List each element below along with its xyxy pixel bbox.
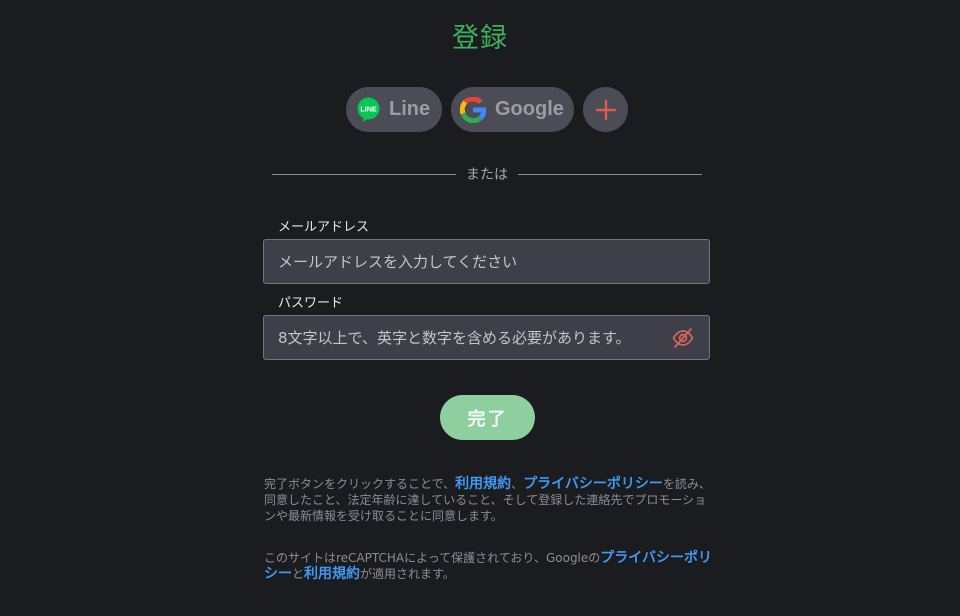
password-input[interactable] <box>264 316 709 359</box>
email-input[interactable] <box>264 240 709 283</box>
google-login-label: Google <box>495 98 564 120</box>
submit-button[interactable]: 完了 <box>440 395 535 440</box>
google-icon <box>460 96 486 123</box>
email-label: メールアドレス <box>278 220 370 235</box>
recaptcha-notice-middle: と <box>292 567 305 581</box>
divider-rule-left <box>272 173 456 175</box>
terms-notice-separator: 、 <box>511 477 524 491</box>
more-login-options-button[interactable] <box>583 87 628 132</box>
recaptcha-notice-suffix: が適用されます。 <box>360 567 455 581</box>
line-icon-text: LINE <box>360 104 377 113</box>
recaptcha-terms-link[interactable]: 利用規約 <box>304 566 360 582</box>
signup-page: 登録 LINE Line Google または メールアドレス メールアドレスを… <box>0 0 960 616</box>
password-label: パスワード <box>278 296 344 311</box>
divider-rule-right <box>518 173 702 175</box>
terms-notice: 完了ボタンをクリックすることで、利用規約、プライバシーポリシーを読み、同意したこ… <box>264 476 714 524</box>
page-title: 登録 <box>452 23 508 54</box>
divider-text: または <box>466 167 508 183</box>
plus-icon <box>595 99 616 120</box>
recaptcha-notice-prefix: このサイトはreCAPTCHAによって保護されており、Googleの <box>264 551 601 565</box>
line-login-label: Line <box>389 98 431 120</box>
or-divider: または <box>272 164 702 184</box>
privacy-policy-link[interactable]: プライバシーポリシー <box>523 476 663 492</box>
recaptcha-notice: このサイトはreCAPTCHAによって保護されており、Googleのプライバシー… <box>264 550 714 582</box>
line-icon: LINE <box>357 97 380 122</box>
google-login-button[interactable]: Google <box>451 87 574 132</box>
password-field-wrapper <box>263 315 710 360</box>
line-login-button[interactable]: LINE Line <box>346 87 442 132</box>
terms-link[interactable]: 利用規約 <box>455 476 511 492</box>
eye-slash-icon[interactable] <box>671 326 695 350</box>
terms-notice-prefix: 完了ボタンをクリックすることで、 <box>264 477 456 491</box>
email-field-wrapper <box>263 239 710 284</box>
social-login-row: LINE Line Google <box>346 87 628 132</box>
